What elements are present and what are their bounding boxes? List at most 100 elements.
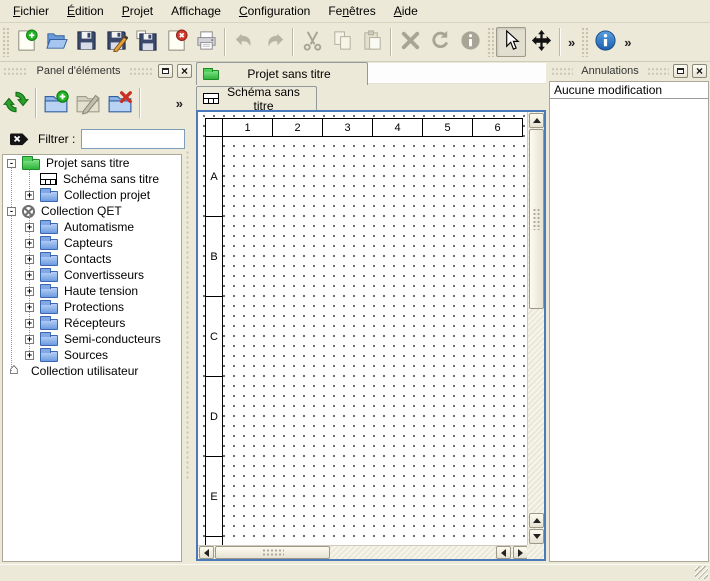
folder-icon bbox=[40, 255, 58, 266]
tab-schema-sans-titre[interactable]: Schéma sans titre bbox=[196, 86, 317, 110]
dock-texture bbox=[129, 67, 154, 76]
scroll-left-button[interactable] bbox=[496, 546, 511, 559]
tree-item[interactable]: + Collection projet bbox=[3, 187, 181, 203]
tree-expander[interactable]: + bbox=[25, 319, 34, 328]
row-label: D bbox=[205, 377, 223, 457]
column-header: 1 bbox=[223, 118, 273, 137]
cut-icon bbox=[301, 29, 324, 55]
dock-splitter-handle[interactable] bbox=[185, 150, 191, 480]
scroll-up-button[interactable] bbox=[529, 113, 544, 128]
panel-overflow-chevron[interactable]: » bbox=[172, 96, 187, 111]
undo-history-list[interactable]: Aucune modification bbox=[549, 81, 709, 562]
filter-label: Filtrer : bbox=[38, 132, 75, 146]
undo-button bbox=[229, 27, 259, 57]
tree-item-label: Collection projet bbox=[64, 188, 150, 202]
menu-configuration[interactable]: Configuration bbox=[230, 1, 319, 21]
redo-button bbox=[259, 27, 289, 57]
tree-expander[interactable]: + bbox=[25, 255, 34, 264]
select-tool-button[interactable] bbox=[496, 27, 526, 57]
scroll-up-button[interactable] bbox=[529, 513, 544, 528]
menu-fichier[interactable]: Fichier bbox=[4, 1, 58, 21]
menu-projet[interactable]: Projet bbox=[113, 1, 162, 21]
tree-item[interactable]: Collection utilisateur bbox=[3, 363, 181, 379]
horizontal-scrollbar[interactable] bbox=[198, 545, 529, 559]
print-icon bbox=[195, 29, 218, 55]
tree-item-label: Automatisme bbox=[64, 220, 134, 234]
column-header: 4 bbox=[373, 118, 423, 137]
tree-expander[interactable]: + bbox=[25, 303, 34, 312]
filter-input[interactable] bbox=[81, 129, 185, 149]
reload-collections-button[interactable] bbox=[0, 87, 32, 119]
toolbar-overflow-chevron[interactable]: » bbox=[564, 35, 579, 50]
vertical-scrollbar[interactable] bbox=[527, 112, 544, 545]
float-panel-button[interactable] bbox=[158, 64, 173, 78]
save-as-icon bbox=[105, 29, 128, 55]
clear-filter-icon[interactable] bbox=[10, 131, 30, 148]
tree-expander[interactable]: - bbox=[7, 207, 16, 216]
vertical-scroll-thumb[interactable] bbox=[529, 129, 544, 309]
toolbar-separator bbox=[224, 28, 226, 56]
menu-fenetres[interactable]: Fenêtres bbox=[319, 1, 384, 21]
toolbar-drag-handle[interactable] bbox=[2, 27, 9, 57]
diagram-canvas[interactable]: 123456 ABCDE bbox=[198, 112, 528, 545]
tree-item[interactable]: + Sources bbox=[3, 347, 181, 363]
move-tool-button[interactable] bbox=[526, 27, 556, 57]
tree-expander[interactable]: + bbox=[25, 271, 34, 280]
tree-expander[interactable]: + bbox=[25, 287, 34, 296]
toolbar-separator bbox=[559, 28, 561, 56]
toolbar-separator bbox=[390, 28, 392, 56]
scroll-left-button[interactable] bbox=[199, 546, 214, 559]
scroll-right-button[interactable] bbox=[513, 546, 528, 559]
tree-item-label: Récepteurs bbox=[64, 316, 125, 330]
sheet-corner-cell bbox=[205, 118, 223, 137]
about-button[interactable] bbox=[590, 27, 620, 57]
element-tree[interactable]: -Projet sans titreSchéma sans titre+Coll… bbox=[2, 154, 182, 562]
tree-expander[interactable]: + bbox=[25, 351, 34, 360]
tree-guide-line bbox=[11, 163, 12, 371]
undo-list-item[interactable]: Aucune modification bbox=[550, 82, 708, 99]
save-as-button[interactable] bbox=[101, 27, 131, 57]
menu-edition[interactable]: Édition bbox=[58, 1, 113, 21]
delete-icon bbox=[399, 29, 422, 55]
save-button[interactable] bbox=[71, 27, 101, 57]
menu-aide[interactable]: Aide bbox=[385, 1, 427, 21]
dock-texture bbox=[647, 67, 669, 76]
close-panel-button[interactable] bbox=[177, 64, 192, 78]
save-all-button[interactable] bbox=[131, 27, 161, 57]
open-folder-icon bbox=[45, 29, 68, 55]
new-category-button[interactable] bbox=[40, 87, 72, 119]
menu-affichage[interactable]: Affichage bbox=[162, 1, 230, 21]
tree-expander[interactable]: + bbox=[25, 223, 34, 232]
delete-category-button[interactable] bbox=[104, 87, 136, 119]
toolbar-overflow-chevron[interactable]: » bbox=[620, 35, 635, 50]
toolbar-drag-handle[interactable] bbox=[581, 27, 588, 57]
cut-button bbox=[297, 27, 327, 57]
resize-grip[interactable] bbox=[695, 566, 708, 579]
move-icon bbox=[530, 29, 553, 55]
tree-item-label: Sources bbox=[64, 348, 108, 362]
new-file-button[interactable] bbox=[11, 27, 41, 57]
tree-item-label: Protections bbox=[64, 300, 124, 314]
tab-projet-sans-titre[interactable]: Projet sans titre bbox=[196, 62, 368, 85]
scroll-down-button[interactable] bbox=[529, 529, 544, 544]
float-panel-button[interactable] bbox=[673, 64, 688, 78]
print-button[interactable] bbox=[191, 27, 221, 57]
elements-panel-toolbar: » bbox=[0, 82, 195, 124]
tree-item-label: Projet sans titre bbox=[46, 156, 129, 170]
close-panel-button[interactable] bbox=[692, 64, 707, 78]
close-file-button[interactable] bbox=[161, 27, 191, 57]
open-file-button[interactable] bbox=[41, 27, 71, 57]
undo-panel-dock: Annulations Aucune modification bbox=[548, 62, 710, 564]
horizontal-scroll-thumb[interactable] bbox=[215, 546, 330, 559]
tree-expander[interactable]: - bbox=[7, 159, 16, 168]
toolbar-separator bbox=[292, 28, 294, 56]
toolbar-drag-handle[interactable] bbox=[487, 27, 494, 57]
tree-item-label: Haute tension bbox=[64, 284, 138, 298]
tree-expander[interactable]: + bbox=[25, 191, 34, 200]
close-file-icon bbox=[165, 29, 188, 55]
workspace: Panel d'éléments » bbox=[0, 62, 710, 564]
tree-expander[interactable]: + bbox=[25, 239, 34, 248]
tree-expander[interactable]: + bbox=[25, 335, 34, 344]
row-label: E bbox=[205, 457, 223, 537]
dock-texture bbox=[551, 67, 573, 76]
